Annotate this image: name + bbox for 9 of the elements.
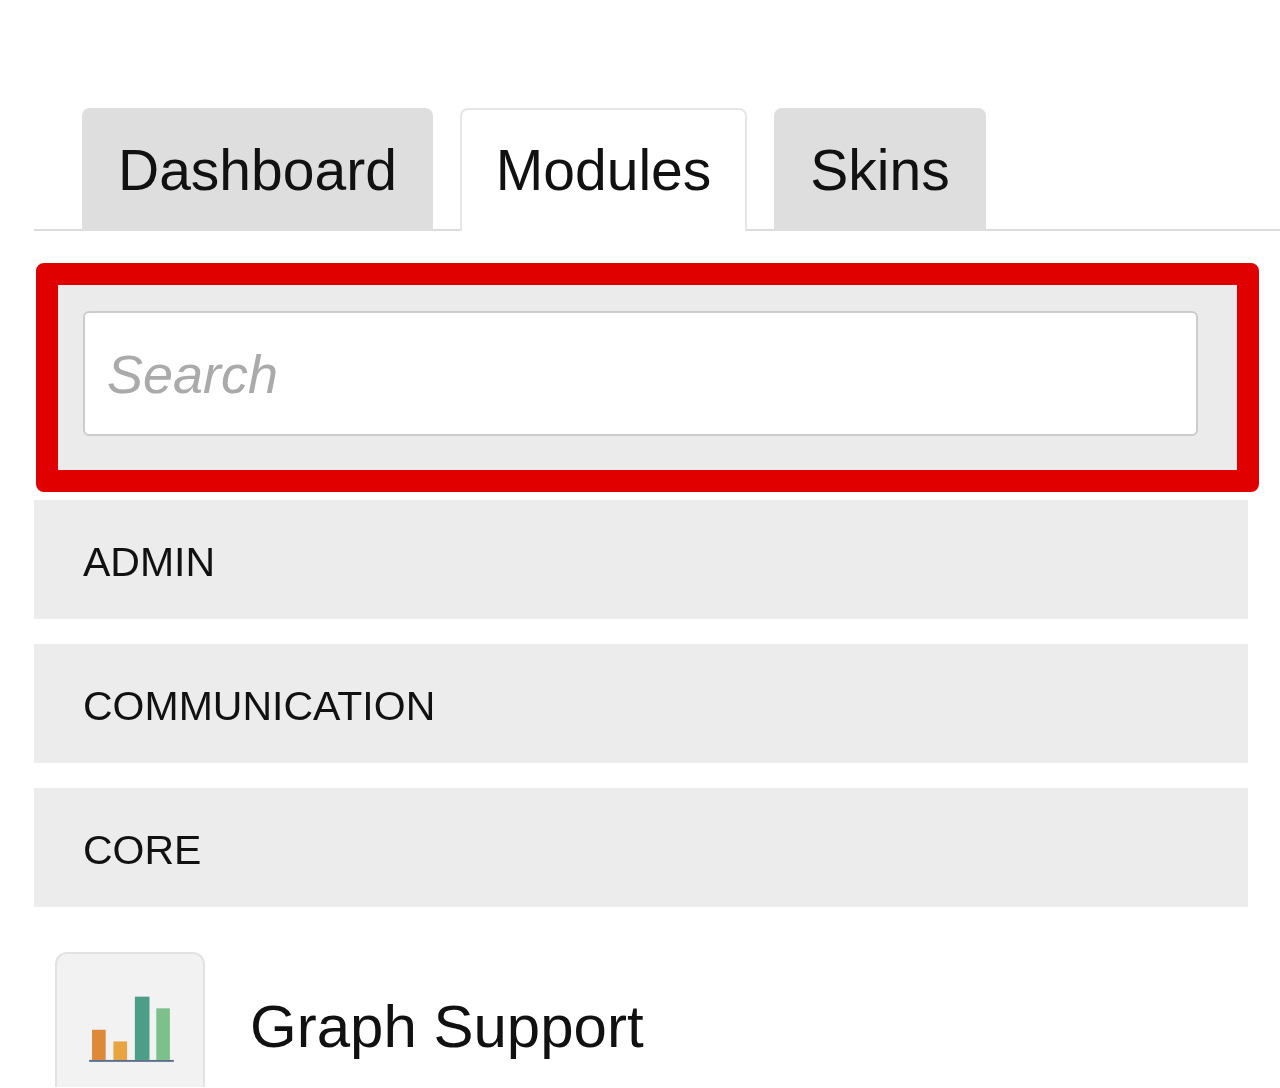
tab[interactable]: Skins (774, 108, 986, 231)
tab[interactable]: Dashboard (82, 108, 433, 231)
tab[interactable]: Modules (459, 108, 748, 231)
module-name[interactable]: Graph Support (250, 992, 644, 1061)
category-header[interactable]: ADMIN (34, 500, 1248, 619)
category-header[interactable]: COMMUNICATION (34, 644, 1248, 763)
category-header[interactable]: CORE (34, 788, 1248, 907)
search-field[interactable]: Search (83, 311, 1198, 436)
bar-chart-icon (55, 952, 205, 1087)
